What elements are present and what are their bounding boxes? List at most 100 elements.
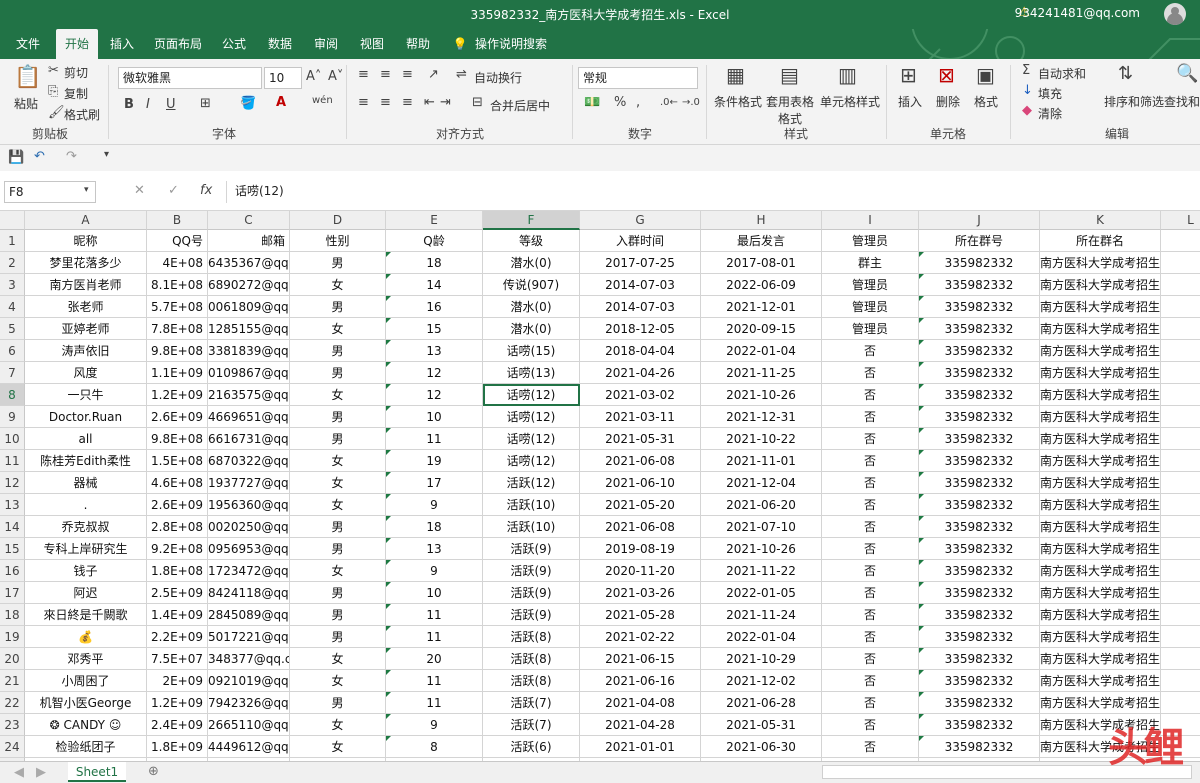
table-cell[interactable]: 2021-06-15 bbox=[580, 648, 701, 670]
table-cell[interactable]: 2163575@qq. bbox=[208, 384, 290, 406]
table-cell[interactable]: 涛声依旧 bbox=[25, 340, 147, 362]
italic-icon[interactable]: I bbox=[146, 97, 150, 112]
column-header-b[interactable]: B bbox=[147, 211, 208, 230]
table-cell[interactable]: 335982332 bbox=[919, 318, 1040, 340]
row-header-2[interactable]: 2 bbox=[0, 252, 25, 274]
table-cell[interactable]: 1.8E+09 bbox=[147, 736, 208, 758]
tab-home[interactable]: 开始 bbox=[56, 29, 98, 59]
table-cell[interactable]: 6435367@qq.c bbox=[208, 252, 290, 274]
table-cell[interactable]: 2021-11-25 bbox=[701, 362, 822, 384]
table-cell[interactable]: 否 bbox=[822, 450, 919, 472]
table-cell[interactable]: 2017-08-01 bbox=[701, 252, 822, 274]
header-cell[interactable] bbox=[1161, 230, 1200, 252]
enter-icon[interactable]: ✓ bbox=[168, 183, 179, 198]
table-cell[interactable]: 2021-03-11 bbox=[580, 406, 701, 428]
redo-icon[interactable]: ↷ bbox=[66, 149, 77, 164]
wrap-text-button[interactable]: 自动换行 bbox=[474, 69, 522, 86]
table-cell[interactable]: 8424118@qq. bbox=[208, 582, 290, 604]
table-cell[interactable]: 335982332 bbox=[919, 560, 1040, 582]
table-cell[interactable]: 2021-11-22 bbox=[701, 560, 822, 582]
table-cell[interactable]: 2014-07-03 bbox=[580, 296, 701, 318]
table-cell[interactable]: 否 bbox=[822, 362, 919, 384]
orientation-icon[interactable]: ↗ bbox=[428, 67, 439, 82]
align-center-icon[interactable]: ≡ bbox=[380, 95, 391, 110]
column-header-i[interactable]: I bbox=[822, 211, 919, 230]
table-cell[interactable]: 0061809@qq.c bbox=[208, 296, 290, 318]
table-cell[interactable] bbox=[1161, 538, 1200, 560]
table-cell[interactable]: 2021-12-31 bbox=[701, 406, 822, 428]
accounting-format-icon[interactable]: 💵 bbox=[584, 95, 600, 110]
table-cell[interactable]: Doctor.Ruan bbox=[25, 406, 147, 428]
table-cell[interactable]: 16 bbox=[386, 296, 483, 318]
table-cell[interactable]: 335982332 bbox=[919, 362, 1040, 384]
table-cell[interactable]: 335982332 bbox=[919, 538, 1040, 560]
table-cell[interactable]: 2021-04-08 bbox=[580, 692, 701, 714]
table-cell[interactable] bbox=[1161, 494, 1200, 516]
copy-button[interactable]: 复制 bbox=[64, 85, 88, 102]
table-cell[interactable]: 2021-05-31 bbox=[580, 428, 701, 450]
tab-data[interactable]: 数据 bbox=[260, 29, 300, 59]
table-cell[interactable]: 2665110@qq. bbox=[208, 714, 290, 736]
table-cell[interactable]: 乔克叔叔 bbox=[25, 516, 147, 538]
table-cell[interactable] bbox=[1161, 582, 1200, 604]
table-cell[interactable]: 13 bbox=[386, 340, 483, 362]
table-cell[interactable] bbox=[1161, 692, 1200, 714]
row-header-19[interactable]: 19 bbox=[0, 626, 25, 648]
header-cell[interactable]: 昵称 bbox=[25, 230, 147, 252]
table-cell[interactable]: 來日終是千闕歌 bbox=[25, 604, 147, 626]
table-cell[interactable]: 2.4E+09 bbox=[147, 714, 208, 736]
align-top-icon[interactable]: ≡ bbox=[358, 67, 369, 82]
table-cell[interactable]: 2021-11-24 bbox=[701, 604, 822, 626]
table-cell[interactable]: 17 bbox=[386, 472, 483, 494]
table-cell[interactable]: 4449612@qq. bbox=[208, 736, 290, 758]
table-cell[interactable] bbox=[1161, 274, 1200, 296]
table-cell[interactable]: 活跃(9) bbox=[483, 560, 580, 582]
table-cell[interactable]: 15 bbox=[386, 318, 483, 340]
table-cell[interactable]: 活跃(10) bbox=[483, 516, 580, 538]
percent-icon[interactable]: % bbox=[614, 95, 626, 110]
row-header-22[interactable]: 22 bbox=[0, 692, 25, 714]
next-sheet-icon[interactable]: ▶ bbox=[36, 765, 46, 780]
table-cell[interactable]: 群主 bbox=[822, 252, 919, 274]
phonetic-icon[interactable]: wén bbox=[312, 95, 333, 106]
table-cell[interactable]: 张老师 bbox=[25, 296, 147, 318]
table-cell[interactable]: 9 bbox=[386, 494, 483, 516]
table-cell[interactable]: 女 bbox=[290, 318, 386, 340]
table-cell[interactable]: 12 bbox=[386, 362, 483, 384]
table-cell[interactable]: 335982332 bbox=[919, 494, 1040, 516]
table-cell[interactable]: 0020250@qq.c bbox=[208, 516, 290, 538]
table-cell[interactable]: 南方医科大学成考招生 bbox=[1040, 648, 1161, 670]
table-cell[interactable]: 2022-01-04 bbox=[701, 340, 822, 362]
table-cell[interactable]: 否 bbox=[822, 604, 919, 626]
table-cell[interactable]: 一只牛 bbox=[25, 384, 147, 406]
row-header-21[interactable]: 21 bbox=[0, 670, 25, 692]
table-cell[interactable]: 1723472@qq.c bbox=[208, 560, 290, 582]
customize-qat-icon[interactable]: ▾ bbox=[104, 149, 109, 160]
table-cell[interactable]: 9 bbox=[386, 560, 483, 582]
table-cell[interactable]: 南方医肖老师 bbox=[25, 274, 147, 296]
tab-help[interactable]: 帮助 bbox=[398, 29, 438, 59]
table-cell[interactable]: 2021-10-26 bbox=[701, 384, 822, 406]
font-name-select[interactable]: 微软雅黑 bbox=[118, 67, 262, 89]
table-cell[interactable]: 5.7E+08 bbox=[147, 296, 208, 318]
table-cell[interactable]: 活跃(12) bbox=[483, 472, 580, 494]
table-cell[interactable] bbox=[1161, 362, 1200, 384]
table-cell[interactable]: 话唠(12) bbox=[483, 450, 580, 472]
table-cell[interactable] bbox=[1161, 472, 1200, 494]
table-cell[interactable]: 否 bbox=[822, 384, 919, 406]
align-right-icon[interactable]: ≡ bbox=[402, 95, 413, 110]
header-cell[interactable]: QQ号 bbox=[147, 230, 208, 252]
table-cell[interactable]: 11 bbox=[386, 604, 483, 626]
table-cell[interactable]: 否 bbox=[822, 648, 919, 670]
table-cell[interactable]: 2021-06-10 bbox=[580, 472, 701, 494]
table-cell[interactable]: 活跃(9) bbox=[483, 538, 580, 560]
table-cell[interactable]: 4.6E+08 bbox=[147, 472, 208, 494]
user-account[interactable]: 934241481@qq.com bbox=[1015, 6, 1140, 20]
table-cell[interactable]: 否 bbox=[822, 516, 919, 538]
table-cell[interactable]: 男 bbox=[290, 406, 386, 428]
fill-color-icon[interactable]: 🪣 bbox=[240, 96, 256, 111]
column-header-f[interactable]: F bbox=[483, 211, 580, 230]
table-cell[interactable]: 2021-05-28 bbox=[580, 604, 701, 626]
table-cell[interactable]: 2021-11-01 bbox=[701, 450, 822, 472]
table-cell[interactable]: 南方医科大学成考招生 bbox=[1040, 296, 1161, 318]
